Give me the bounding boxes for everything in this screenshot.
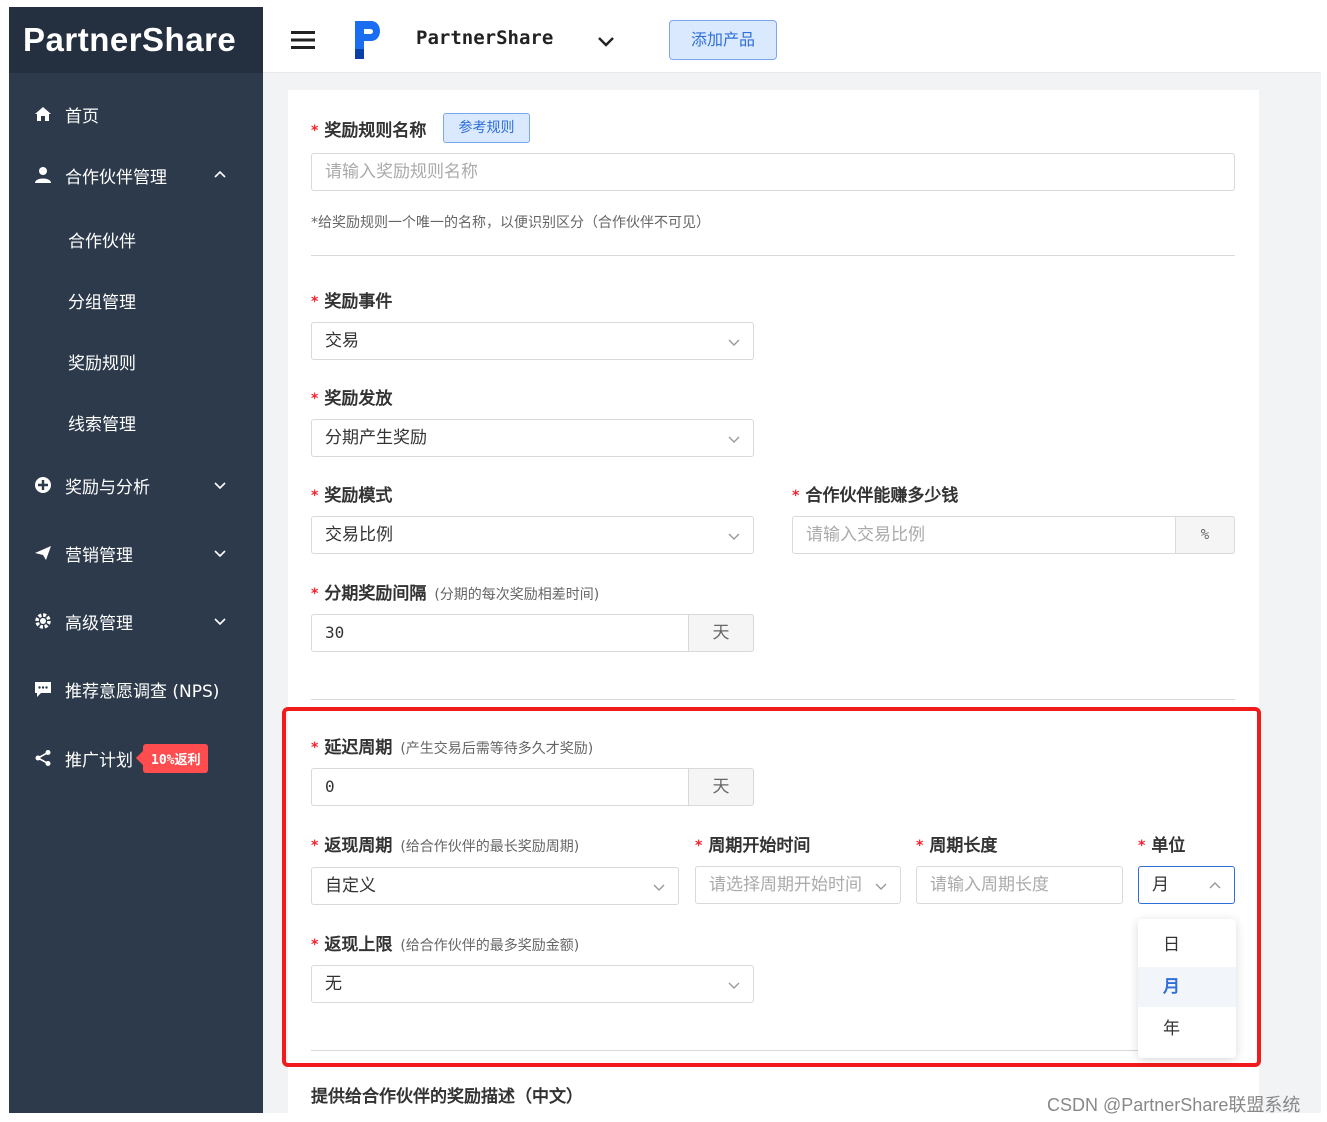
menu-icon[interactable] <box>291 30 315 50</box>
reward-issuance-label: * 奖励发放 <box>311 389 393 409</box>
sidebar-item-advanced[interactable]: 高级管理 <box>9 601 263 641</box>
chevron-down-icon <box>214 482 226 490</box>
rule-name-input[interactable]: 请输入奖励规则名称 <box>311 153 1235 191</box>
reward-mode-select[interactable]: 交易比例 <box>311 516 754 554</box>
sidebar-item-label: 高级管理 <box>65 613 133 634</box>
unit-option-day[interactable]: 日 <box>1138 925 1236 965</box>
reward-issuance-select[interactable]: 分期产生奖励 <box>311 419 754 457</box>
reward-issuance-value: 分期产生奖励 <box>325 428 427 448</box>
sidebar-item-partner-management[interactable]: 合作伙伴管理 <box>9 155 263 195</box>
chevron-down-icon <box>728 533 740 540</box>
chevron-down-icon <box>214 618 226 626</box>
sidebar-item-label: 奖励与分析 <box>65 477 150 498</box>
required-asterisk: * <box>311 488 319 504</box>
required-asterisk: * <box>311 586 319 602</box>
paper-plane-icon <box>33 543 53 563</box>
sidebar-subitem-groups[interactable]: 分组管理 <box>68 288 136 313</box>
interval-input[interactable]: 30 天 <box>311 614 754 652</box>
rule-name-label: * 奖励规则名称 <box>311 121 427 141</box>
required-asterisk: * <box>792 488 800 504</box>
watermark: CSDN @PartnerShare联盟系统 <box>1047 1095 1301 1115</box>
comment-icon <box>33 679 53 699</box>
reward-mode-value: 交易比例 <box>325 525 393 545</box>
chevron-down-icon[interactable] <box>596 31 616 51</box>
unit-dropdown-menu: 日 月 年 <box>1138 919 1236 1058</box>
chevron-up-icon <box>214 170 226 178</box>
sidebar-item-home[interactable]: 首页 <box>9 94 263 134</box>
brand-name: PartnerShare <box>416 27 554 49</box>
user-icon <box>33 165 53 185</box>
sidebar: PartnerShare 首页 合作伙伴管理 合作伙伴 分组管理 奖励规则 线索… <box>9 7 263 1113</box>
sidebar-item-rewards-analytics[interactable]: 奖励与分析 <box>9 465 263 505</box>
partnershare-logo-icon <box>355 21 380 59</box>
interval-value: 30 <box>325 623 345 642</box>
interval-label: * 分期奖励间隔 (分期的每次奖励相差时间) <box>311 584 600 604</box>
sidebar-subitem-partners[interactable]: 合作伙伴 <box>68 227 136 252</box>
sidebar-item-label: 推荐意愿调查 (NPS) <box>65 681 220 702</box>
earn-label: * 合作伙伴能赚多少钱 <box>792 486 959 506</box>
promo-badge: 10%返利 <box>143 743 209 773</box>
earn-ratio-input[interactable]: 请输入交易比例 % <box>792 516 1235 554</box>
home-icon <box>33 104 53 124</box>
reward-event-label: * 奖励事件 <box>311 292 393 312</box>
highlight-box <box>282 707 1261 1067</box>
required-asterisk: * <box>311 391 319 407</box>
sidebar-item-nps[interactable]: 推荐意愿调查 (NPS) <box>9 669 263 709</box>
reward-event-value: 交易 <box>325 331 359 351</box>
share-icon <box>33 748 53 768</box>
description-label: 提供给合作伙伴的奖励描述（中文） <box>311 1087 583 1107</box>
rule-name-note: *给奖励规则一个唯一的名称，以便识别区分（合作伙伴不可见） <box>311 215 710 231</box>
sidebar-item-label: 首页 <box>65 106 99 127</box>
gear-icon <box>33 611 53 631</box>
reward-mode-label: * 奖励模式 <box>311 486 393 506</box>
unit-option-month[interactable]: 月 <box>1138 967 1236 1007</box>
divider <box>311 255 1235 256</box>
percent-addon: % <box>1175 516 1235 554</box>
sidebar-subitem-leads[interactable]: 线索管理 <box>68 410 136 435</box>
required-asterisk: * <box>311 294 319 310</box>
reference-rules-button[interactable]: 参考规则 <box>443 113 530 143</box>
sidebar-item-label: 合作伙伴管理 <box>65 167 167 188</box>
sidebar-item-label: 推广计划 <box>65 750 133 771</box>
sidebar-brand: PartnerShare <box>9 7 263 73</box>
days-addon: 天 <box>688 614 754 652</box>
sidebar-subitem-reward-rules[interactable]: 奖励规则 <box>68 349 136 374</box>
sidebar-item-marketing[interactable]: 营销管理 <box>9 533 263 573</box>
chevron-down-icon <box>214 550 226 558</box>
earn-ratio-placeholder: 请输入交易比例 <box>806 525 925 545</box>
add-product-button[interactable]: 添加产品 <box>669 20 777 60</box>
unit-option-year[interactable]: 年 <box>1138 1009 1236 1049</box>
required-asterisk: * <box>311 123 319 139</box>
sidebar-item-label: 营销管理 <box>65 545 133 566</box>
divider <box>311 699 1235 700</box>
chevron-down-icon <box>728 339 740 346</box>
plus-circle-icon <box>33 475 53 495</box>
chevron-down-icon <box>728 436 740 443</box>
reward-event-select[interactable]: 交易 <box>311 322 754 360</box>
sidebar-item-promotion[interactable]: 推广计划 10%返利 <box>9 738 263 778</box>
top-bar: PartnerShare 添加产品 <box>263 7 1321 73</box>
